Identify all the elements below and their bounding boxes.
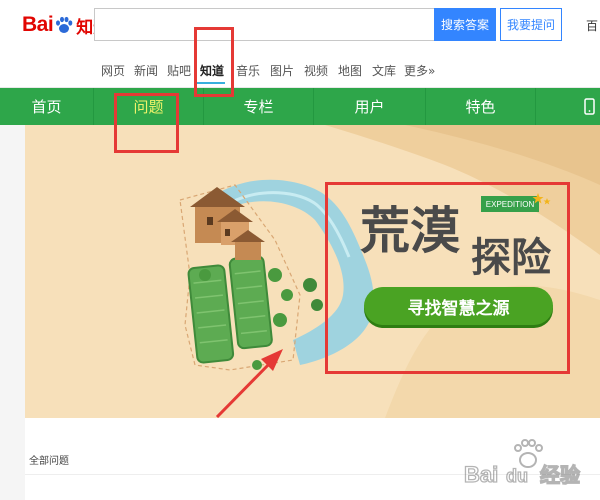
tab-home[interactable]: 首页 xyxy=(0,88,94,125)
annotation-box-questions xyxy=(114,93,179,153)
watermark-bai: Bai xyxy=(464,462,498,487)
ask-question-button[interactable]: 我要提问 xyxy=(500,8,562,41)
nav-more[interactable]: 更多» xyxy=(404,62,435,79)
mobile-icon[interactable] xyxy=(582,88,600,125)
tab-users[interactable]: 用户 xyxy=(314,88,426,125)
page: Bai 知道 搜索答案 我要提问 百 网页 新闻 贴吧 知道 音乐 图片 视频 … xyxy=(0,0,600,500)
nav-tieba[interactable]: 贴吧 xyxy=(167,62,191,79)
tab-featured[interactable]: 特色 xyxy=(426,88,536,125)
all-questions-label[interactable]: 全部问题 xyxy=(29,452,69,467)
search-box xyxy=(94,8,434,41)
baidu-jingyan-watermark: Bai du 经验 xyxy=(463,439,581,488)
nav-map[interactable]: 地图 xyxy=(338,62,362,79)
header: Bai 知道 搜索答案 我要提问 百 xyxy=(0,0,600,52)
logo-bai: Bai xyxy=(22,13,54,36)
nav-music[interactable]: 音乐 xyxy=(236,62,260,79)
annotation-box-banner xyxy=(325,182,570,374)
nav-news[interactable]: 新闻 xyxy=(134,62,158,79)
watermark-jingyan: 经验 xyxy=(540,463,580,487)
watermark-du: du xyxy=(506,466,528,486)
header-cut-link[interactable]: 百 xyxy=(586,17,598,34)
search-answers-button[interactable]: 搜索答案 xyxy=(434,8,496,41)
nav-wenku[interactable]: 文库 xyxy=(372,62,396,79)
search-input[interactable] xyxy=(95,9,434,40)
nav-video[interactable]: 视频 xyxy=(304,62,328,79)
category-bar: 首页 问题 专栏 用户 特色 xyxy=(0,88,600,125)
annotation-box-zhidao xyxy=(194,27,234,97)
paw-icon xyxy=(56,16,73,33)
nav-web[interactable]: 网页 xyxy=(101,62,125,79)
nav-images[interactable]: 图片 xyxy=(270,62,294,79)
product-nav: 网页 新闻 贴吧 知道 音乐 图片 视频 地图 文库 更多» xyxy=(0,52,600,88)
